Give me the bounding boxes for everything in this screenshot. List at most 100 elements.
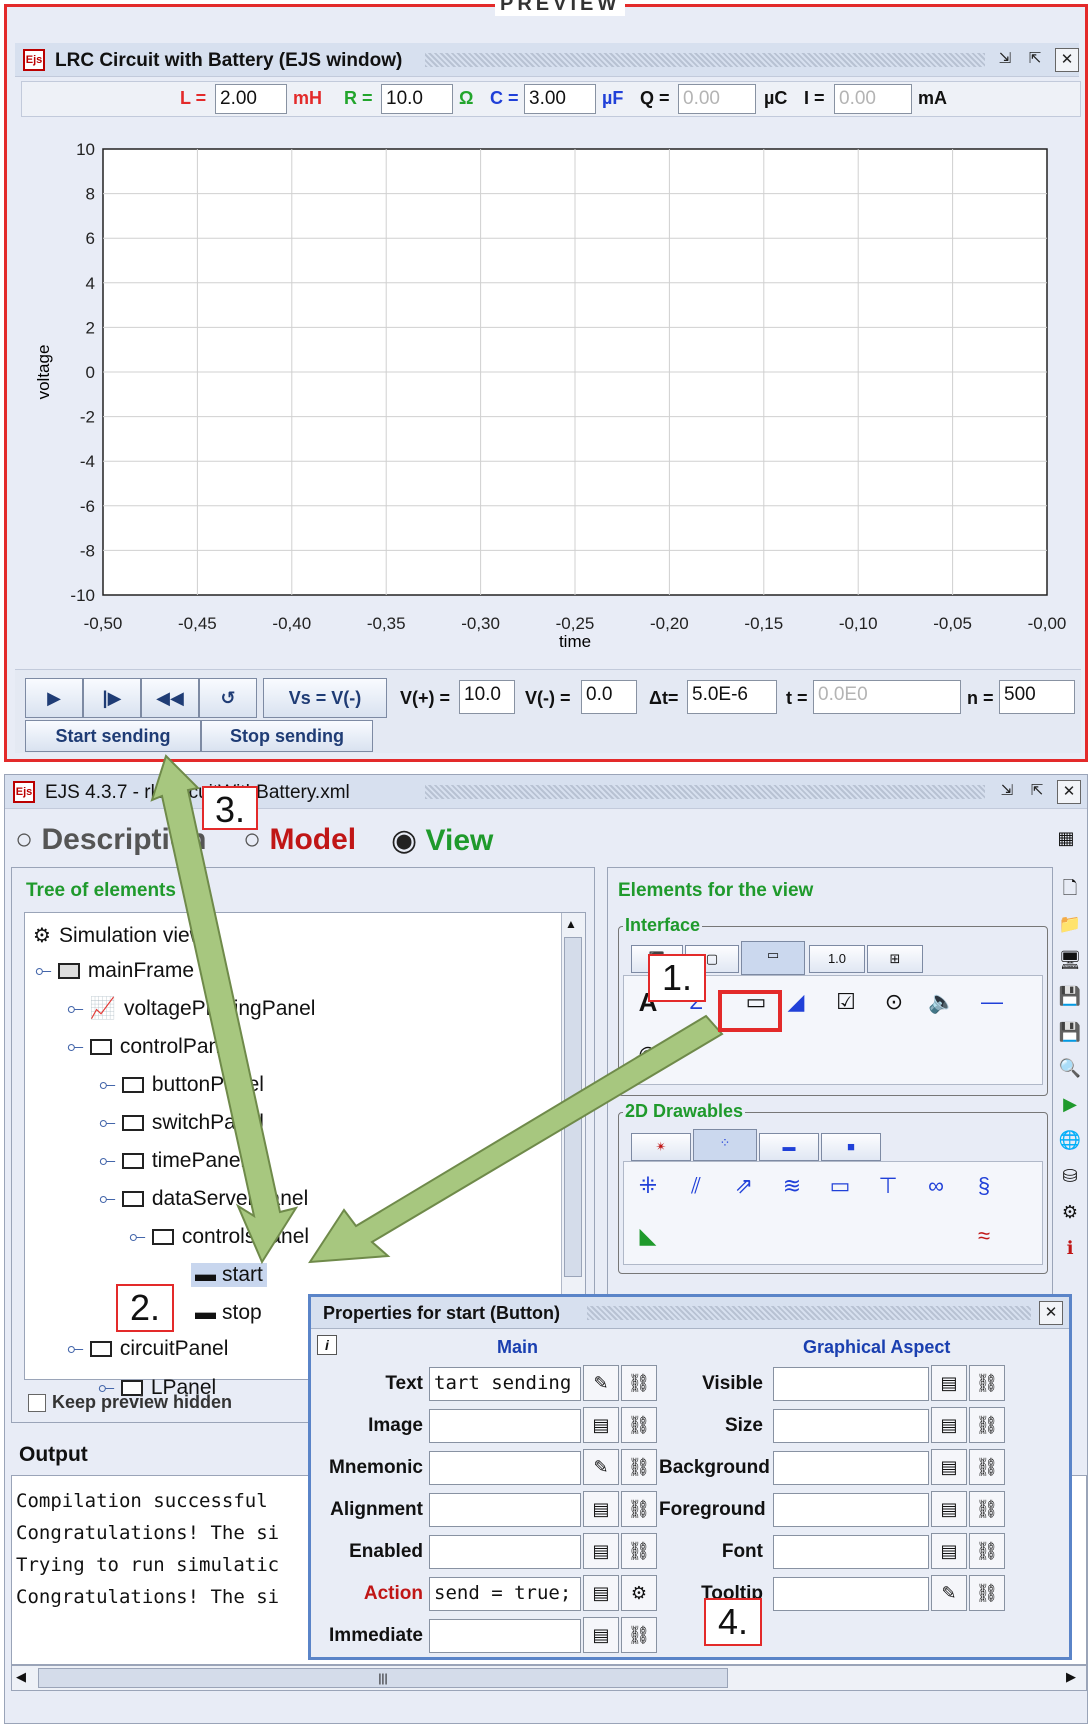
sound-element-icon[interactable]: 🔈 bbox=[926, 986, 958, 1018]
n-field[interactable]: 500 bbox=[999, 680, 1075, 714]
edit-icon[interactable]: ✎ bbox=[583, 1365, 619, 1401]
link-icon[interactable]: ⛓ bbox=[621, 1407, 657, 1443]
hscroll-thumb[interactable]: ||| bbox=[38, 1668, 728, 1688]
drawables-tab-1[interactable]: ✴ bbox=[631, 1133, 691, 1161]
keep-preview-hidden[interactable]: Keep preview hidden bbox=[28, 1392, 232, 1413]
close-window-icon[interactable]: ✕ bbox=[1055, 48, 1079, 72]
prop-foreground-field[interactable] bbox=[773, 1493, 929, 1527]
dt-field[interactable]: 5.0E-6 bbox=[687, 680, 777, 714]
sim-window-titlebar[interactable]: Ejs LRC Circuit with Battery (EJS window… bbox=[15, 43, 1079, 77]
interface-tab-buttons[interactable]: ▭ bbox=[741, 941, 805, 975]
prop-text-field[interactable]: tart sending bbox=[429, 1367, 581, 1401]
tree-node-mainframe[interactable]: ⟜ mainFrame bbox=[35, 959, 194, 983]
tree-node-circuit-panel[interactable]: ⟜ circuitPanel bbox=[67, 1337, 228, 1361]
keep-preview-hidden-checkbox[interactable] bbox=[28, 1394, 46, 1413]
tree-node-control-panel[interactable]: ⟜ controlPanel bbox=[67, 1035, 237, 1059]
link-icon[interactable]: ⛓ bbox=[969, 1575, 1005, 1611]
choose-icon[interactable]: ▤ bbox=[931, 1533, 967, 1569]
link-icon[interactable]: ⛓ bbox=[621, 1533, 657, 1569]
link-icon[interactable]: ⛓ bbox=[969, 1533, 1005, 1569]
link-icon[interactable]: ⛓ bbox=[621, 1617, 657, 1653]
interface-tab-5[interactable]: ⊞ bbox=[867, 945, 923, 973]
arrows-icon[interactable]: ⇗ bbox=[728, 1170, 760, 1202]
C-field[interactable]: 3.00 bbox=[524, 84, 596, 114]
expand-handle-icon[interactable]: ⟜ bbox=[67, 997, 84, 1020]
checkbox-element-icon[interactable]: ☑ bbox=[830, 986, 862, 1018]
link-icon[interactable]: ⛓ bbox=[621, 1491, 657, 1527]
choose-icon[interactable]: ▤ bbox=[931, 1365, 967, 1401]
package-icon[interactable]: ⛁ bbox=[1057, 1163, 1083, 1189]
options-icon[interactable]: ⚙ bbox=[1057, 1199, 1083, 1225]
images-icon[interactable]: ▭ bbox=[824, 1170, 856, 1202]
shapes-icon[interactable]: § bbox=[968, 1170, 1000, 1202]
save-as-icon[interactable]: 💾 bbox=[1057, 1019, 1083, 1045]
R-field[interactable]: 10.0 bbox=[381, 84, 453, 114]
start-sending-button[interactable]: Start sending bbox=[25, 720, 201, 752]
interface-tab-numeric[interactable]: 1.0 bbox=[809, 945, 865, 973]
tree-node-controls-panel[interactable]: ⟜ controlsPanel bbox=[129, 1225, 309, 1249]
drawables-tab-2[interactable]: ⁘ bbox=[693, 1129, 757, 1161]
gears-icon[interactable]: ⚙ bbox=[621, 1575, 657, 1611]
field-icon[interactable]: ◣ bbox=[632, 1220, 664, 1252]
tree-node-time-panel[interactable]: ⟜ timePanel bbox=[99, 1149, 245, 1173]
run-icon[interactable]: ▶ bbox=[1057, 1091, 1083, 1117]
restore-window-icon[interactable]: ⇲ bbox=[993, 48, 1017, 72]
choose-icon[interactable]: ▤ bbox=[931, 1449, 967, 1485]
prop-background-field[interactable] bbox=[773, 1451, 929, 1485]
edit-icon[interactable]: ✎ bbox=[583, 1449, 619, 1485]
web-icon[interactable]: 🌐 bbox=[1057, 1127, 1083, 1153]
link-icon[interactable]: ⛓ bbox=[969, 1407, 1005, 1443]
close-properties-icon[interactable]: ✕ bbox=[1039, 1301, 1063, 1325]
output-hscrollbar[interactable]: ◀ ||| ▶ bbox=[11, 1665, 1087, 1691]
segments-icon[interactable]: ⫽ bbox=[680, 1170, 712, 1202]
rewind-button[interactable]: ◀◀ bbox=[141, 678, 199, 718]
prop-visible-field[interactable] bbox=[773, 1367, 929, 1401]
expand-handle-icon[interactable]: ⟜ bbox=[99, 1073, 116, 1096]
maximize-window-icon[interactable]: ⇱ bbox=[1025, 780, 1049, 804]
restore-window-icon[interactable]: ⇲ bbox=[995, 780, 1019, 804]
link-icon[interactable]: ⛓ bbox=[969, 1449, 1005, 1485]
scroll-right-icon[interactable]: ▶ bbox=[1066, 1669, 1076, 1685]
tree-node-data-server-panel[interactable]: ⟜ dataServerPanel bbox=[99, 1187, 308, 1211]
radio-view[interactable]: ◉ View bbox=[391, 823, 493, 858]
step-button[interactable]: |▶ bbox=[83, 678, 141, 718]
tree-node-start[interactable]: ▬ start bbox=[191, 1263, 267, 1287]
save-icon[interactable]: 💾 bbox=[1057, 983, 1083, 1009]
camera-element-icon[interactable]: ◉ bbox=[632, 1038, 664, 1070]
new-file-icon[interactable]: 🗋 bbox=[1057, 875, 1083, 901]
play-button[interactable]: ▶ bbox=[25, 678, 83, 718]
texts-icon[interactable]: ⊤ bbox=[872, 1170, 904, 1202]
radio-model[interactable]: ○ Model bbox=[243, 823, 356, 857]
link-icon[interactable]: ⛓ bbox=[621, 1365, 657, 1401]
link-icon[interactable]: ⛓ bbox=[969, 1365, 1005, 1401]
choose-icon[interactable]: ▤ bbox=[931, 1491, 967, 1527]
maximize-window-icon[interactable]: ⇱ bbox=[1023, 48, 1047, 72]
scroll-up-icon[interactable]: ▲ bbox=[565, 917, 577, 931]
grid-icon[interactable]: ▦ bbox=[1053, 825, 1079, 851]
separator-element-icon[interactable]: — bbox=[976, 986, 1008, 1018]
prop-size-field[interactable] bbox=[773, 1409, 929, 1443]
expand-handle-icon[interactable]: ⟜ bbox=[99, 1187, 116, 1210]
info-icon[interactable]: i bbox=[317, 1335, 337, 1355]
tree-node-stop[interactable]: ▬ stop bbox=[195, 1301, 262, 1325]
choose-icon[interactable]: ▤ bbox=[583, 1491, 619, 1527]
expand-handle-icon[interactable]: ⟜ bbox=[67, 1337, 84, 1360]
prop-image-field[interactable] bbox=[429, 1409, 581, 1443]
properties-titlebar[interactable]: Properties for start (Button) ✕ bbox=[311, 1297, 1069, 1329]
link-icon[interactable]: ⛓ bbox=[969, 1491, 1005, 1527]
prop-mnemonic-field[interactable] bbox=[429, 1451, 581, 1485]
expand-handle-icon[interactable]: ⟜ bbox=[99, 1149, 116, 1172]
trails-icon[interactable]: ≈ bbox=[968, 1220, 1000, 1252]
prop-font-field[interactable] bbox=[773, 1535, 929, 1569]
reset-button[interactable]: ↺ bbox=[199, 678, 257, 718]
info-icon[interactable]: ℹ bbox=[1057, 1235, 1083, 1261]
scroll-thumb[interactable] bbox=[564, 937, 582, 1277]
scroll-left-icon[interactable]: ◀ bbox=[16, 1669, 26, 1685]
drawables-tab-3[interactable]: ▬ bbox=[759, 1133, 819, 1161]
radio-description[interactable]: ○ Description bbox=[15, 823, 207, 857]
button-element-icon[interactable]: ▭ bbox=[730, 986, 782, 1018]
choose-icon[interactable]: ▤ bbox=[583, 1533, 619, 1569]
choose-icon[interactable]: ▤ bbox=[583, 1407, 619, 1443]
vs-switch-button[interactable]: Vs = V(-) bbox=[263, 678, 387, 718]
springs-icon[interactable]: ≋ bbox=[776, 1170, 808, 1202]
